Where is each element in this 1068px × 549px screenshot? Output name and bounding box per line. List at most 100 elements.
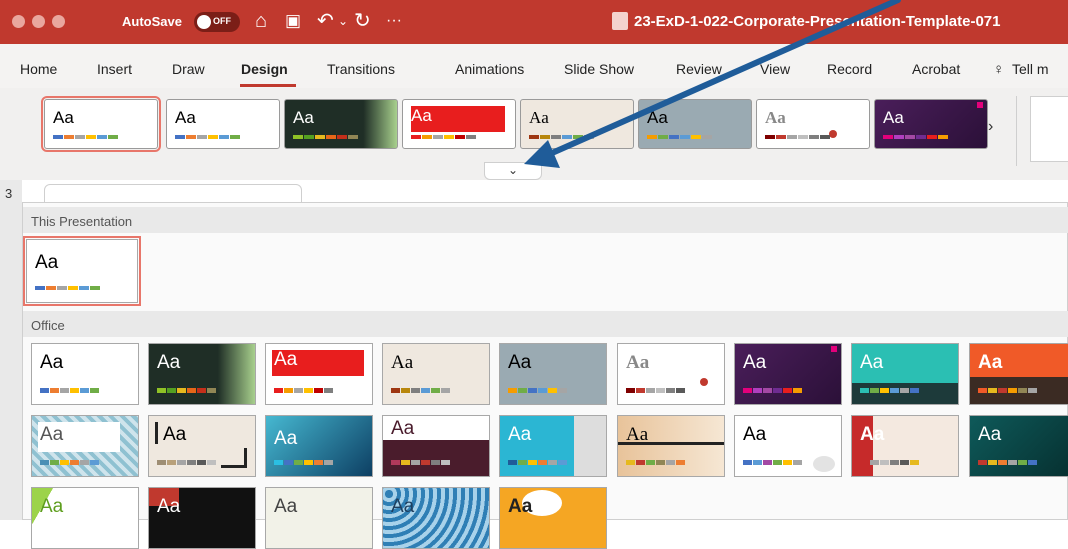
gallery-theme-dividend[interactable]: Aa bbox=[499, 415, 607, 477]
autosave-label: AutoSave bbox=[122, 14, 182, 29]
theme-sample-text: Aa bbox=[274, 496, 298, 517]
gallery-theme-vapor[interactable]: Aa bbox=[969, 415, 1068, 477]
gallery-theme-gallery-3[interactable]: Aa bbox=[265, 487, 373, 549]
theme-sample-text: Aa bbox=[293, 108, 314, 127]
expand-gallery-button[interactable]: ⌄ bbox=[484, 162, 542, 180]
ribbon-theme-current[interactable]: Aa bbox=[41, 96, 161, 152]
theme-sample-text: Aa bbox=[978, 424, 1002, 445]
gallery-theme-organic[interactable]: Aa bbox=[617, 415, 725, 477]
gallery-theme-retrospect[interactable]: Aa bbox=[382, 343, 490, 405]
theme-sample-text: Aa bbox=[175, 108, 196, 127]
ribbon-theme-facet[interactable]: Aa bbox=[284, 99, 398, 149]
theme-color-bars bbox=[860, 388, 919, 393]
tab-view[interactable]: View bbox=[760, 61, 790, 77]
toggle-knob bbox=[197, 15, 211, 29]
chevron-right-icon[interactable]: › bbox=[988, 118, 993, 136]
ribbon-tabs: Home Insert Draw Design Transitions Anim… bbox=[0, 44, 1068, 88]
ribbon-theme-slate[interactable]: Aa bbox=[638, 99, 752, 149]
tab-record[interactable]: Record bbox=[827, 61, 872, 77]
gallery-theme-frame[interactable]: Aa bbox=[148, 415, 256, 477]
undo-dropdown-icon[interactable]: ⌄ bbox=[338, 7, 348, 35]
more-button[interactable]: ··· bbox=[386, 7, 402, 35]
theme-sample-text: Aa bbox=[860, 352, 884, 373]
gallery-theme-slate[interactable]: Aa bbox=[499, 343, 607, 405]
tab-transitions[interactable]: Transitions bbox=[327, 61, 395, 77]
theme-sample-text: Aa bbox=[411, 106, 432, 125]
theme-color-bars bbox=[647, 135, 712, 139]
theme-color-bars bbox=[626, 460, 685, 465]
gallery-theme-badge[interactable]: Aa bbox=[31, 415, 139, 477]
gallery-theme-facet[interactable]: Aa bbox=[148, 343, 256, 405]
tab-animations[interactable]: Animations bbox=[455, 61, 524, 77]
gallery-theme-main-event[interactable]: Aa bbox=[382, 415, 490, 477]
theme-sample-text: Aa bbox=[391, 352, 414, 373]
tab-home[interactable]: Home bbox=[20, 61, 57, 77]
gallery-theme-droplet[interactable]: Aa bbox=[734, 415, 842, 477]
gallery-theme-current[interactable]: Aa bbox=[23, 236, 141, 306]
tab-design[interactable]: Design bbox=[241, 61, 288, 77]
save-icon[interactable]: ▣ bbox=[285, 7, 301, 35]
gallery-theme-gallery-4[interactable]: Aa bbox=[382, 487, 490, 549]
tab-draw[interactable]: Draw bbox=[172, 61, 205, 77]
theme-sample-text: Aa bbox=[765, 108, 786, 127]
autosave-toggle[interactable]: OFF bbox=[194, 12, 240, 32]
theme-sample-text: Aa bbox=[53, 108, 74, 127]
ribbon-theme-ion[interactable]: Aa bbox=[402, 99, 516, 149]
tab-acrobat[interactable]: Acrobat bbox=[912, 61, 960, 77]
ribbon-divider bbox=[1016, 96, 1017, 166]
theme-color-bars bbox=[157, 460, 216, 465]
minimize-window-button[interactable] bbox=[32, 15, 45, 28]
gallery-theme-wood[interactable]: Aa bbox=[617, 343, 725, 405]
theme-sample-text: Aa bbox=[860, 424, 885, 445]
theme-sample-text: Aa bbox=[508, 496, 533, 517]
theme-color-bars bbox=[157, 388, 216, 393]
tab-review[interactable]: Review bbox=[676, 61, 722, 77]
theme-sample-text: Aa bbox=[626, 352, 650, 373]
redo-icon[interactable]: ↻ bbox=[354, 7, 371, 35]
theme-color-bars bbox=[743, 460, 802, 465]
gallery-theme-gallery-2[interactable]: Aa bbox=[148, 487, 256, 549]
theme-sample-text: Aa bbox=[508, 352, 532, 373]
theme-color-bars bbox=[411, 135, 476, 139]
theme-ribbon: Aa Aa Aa Aa Aa Aa Aa Aa › ⌄ bbox=[0, 88, 1068, 180]
theme-color-bars bbox=[40, 460, 99, 465]
theme-sample-text: Aa bbox=[391, 496, 415, 517]
theme-sample-text: Aa bbox=[626, 424, 649, 445]
theme-sample-text: Aa bbox=[35, 252, 59, 273]
undo-icon[interactable]: ↶ bbox=[317, 7, 334, 35]
zoom-window-button[interactable] bbox=[52, 15, 65, 28]
theme-sample-text: Aa bbox=[157, 352, 181, 373]
chevron-down-icon: ⌄ bbox=[507, 163, 519, 177]
gallery-theme-circuit[interactable]: Aa bbox=[265, 415, 373, 477]
gallery-theme-parcel[interactable]: Aa bbox=[969, 343, 1068, 405]
theme-color-bars bbox=[626, 388, 685, 393]
slide-thumbnail-pane bbox=[0, 180, 22, 520]
theme-sample-text: Aa bbox=[647, 108, 668, 127]
theme-sample-text: Aa bbox=[978, 352, 1003, 373]
theme-sample-text: Aa bbox=[743, 424, 767, 445]
autosave-state: OFF bbox=[213, 16, 231, 26]
gallery-theme-gallery-1[interactable]: Aa bbox=[31, 487, 139, 549]
tab-insert[interactable]: Insert bbox=[97, 61, 132, 77]
ribbon-theme-berlin[interactable]: Aa bbox=[874, 99, 988, 149]
active-tab-indicator bbox=[240, 84, 296, 87]
ribbon-theme-wood[interactable]: Aa bbox=[756, 99, 870, 149]
home-icon[interactable]: ⌂ bbox=[255, 7, 267, 35]
ribbon-theme-office[interactable]: Aa bbox=[166, 99, 280, 149]
gallery-theme-office[interactable]: Aa bbox=[31, 343, 139, 405]
gallery-theme-ion[interactable]: Aa bbox=[265, 343, 373, 405]
theme-color-bars bbox=[274, 388, 333, 393]
close-window-button[interactable] bbox=[12, 15, 25, 28]
gallery-theme-celestial[interactable]: Aa bbox=[851, 343, 959, 405]
theme-color-bars bbox=[391, 388, 450, 393]
gallery-theme-savon[interactable]: Aa bbox=[851, 415, 959, 477]
theme-sample-text: Aa bbox=[40, 424, 64, 445]
gallery-theme-gallery-5[interactable]: Aa bbox=[499, 487, 607, 549]
theme-color-bars bbox=[293, 135, 358, 139]
ribbon-theme-retrospect[interactable]: Aa bbox=[520, 99, 634, 149]
gallery-theme-berlin[interactable]: Aa bbox=[734, 343, 842, 405]
theme-color-bars bbox=[529, 135, 594, 139]
tab-slide-show[interactable]: Slide Show bbox=[564, 61, 634, 77]
variants-panel[interactable] bbox=[1030, 96, 1068, 162]
tell-me-field[interactable]: Tell m bbox=[1012, 61, 1049, 77]
